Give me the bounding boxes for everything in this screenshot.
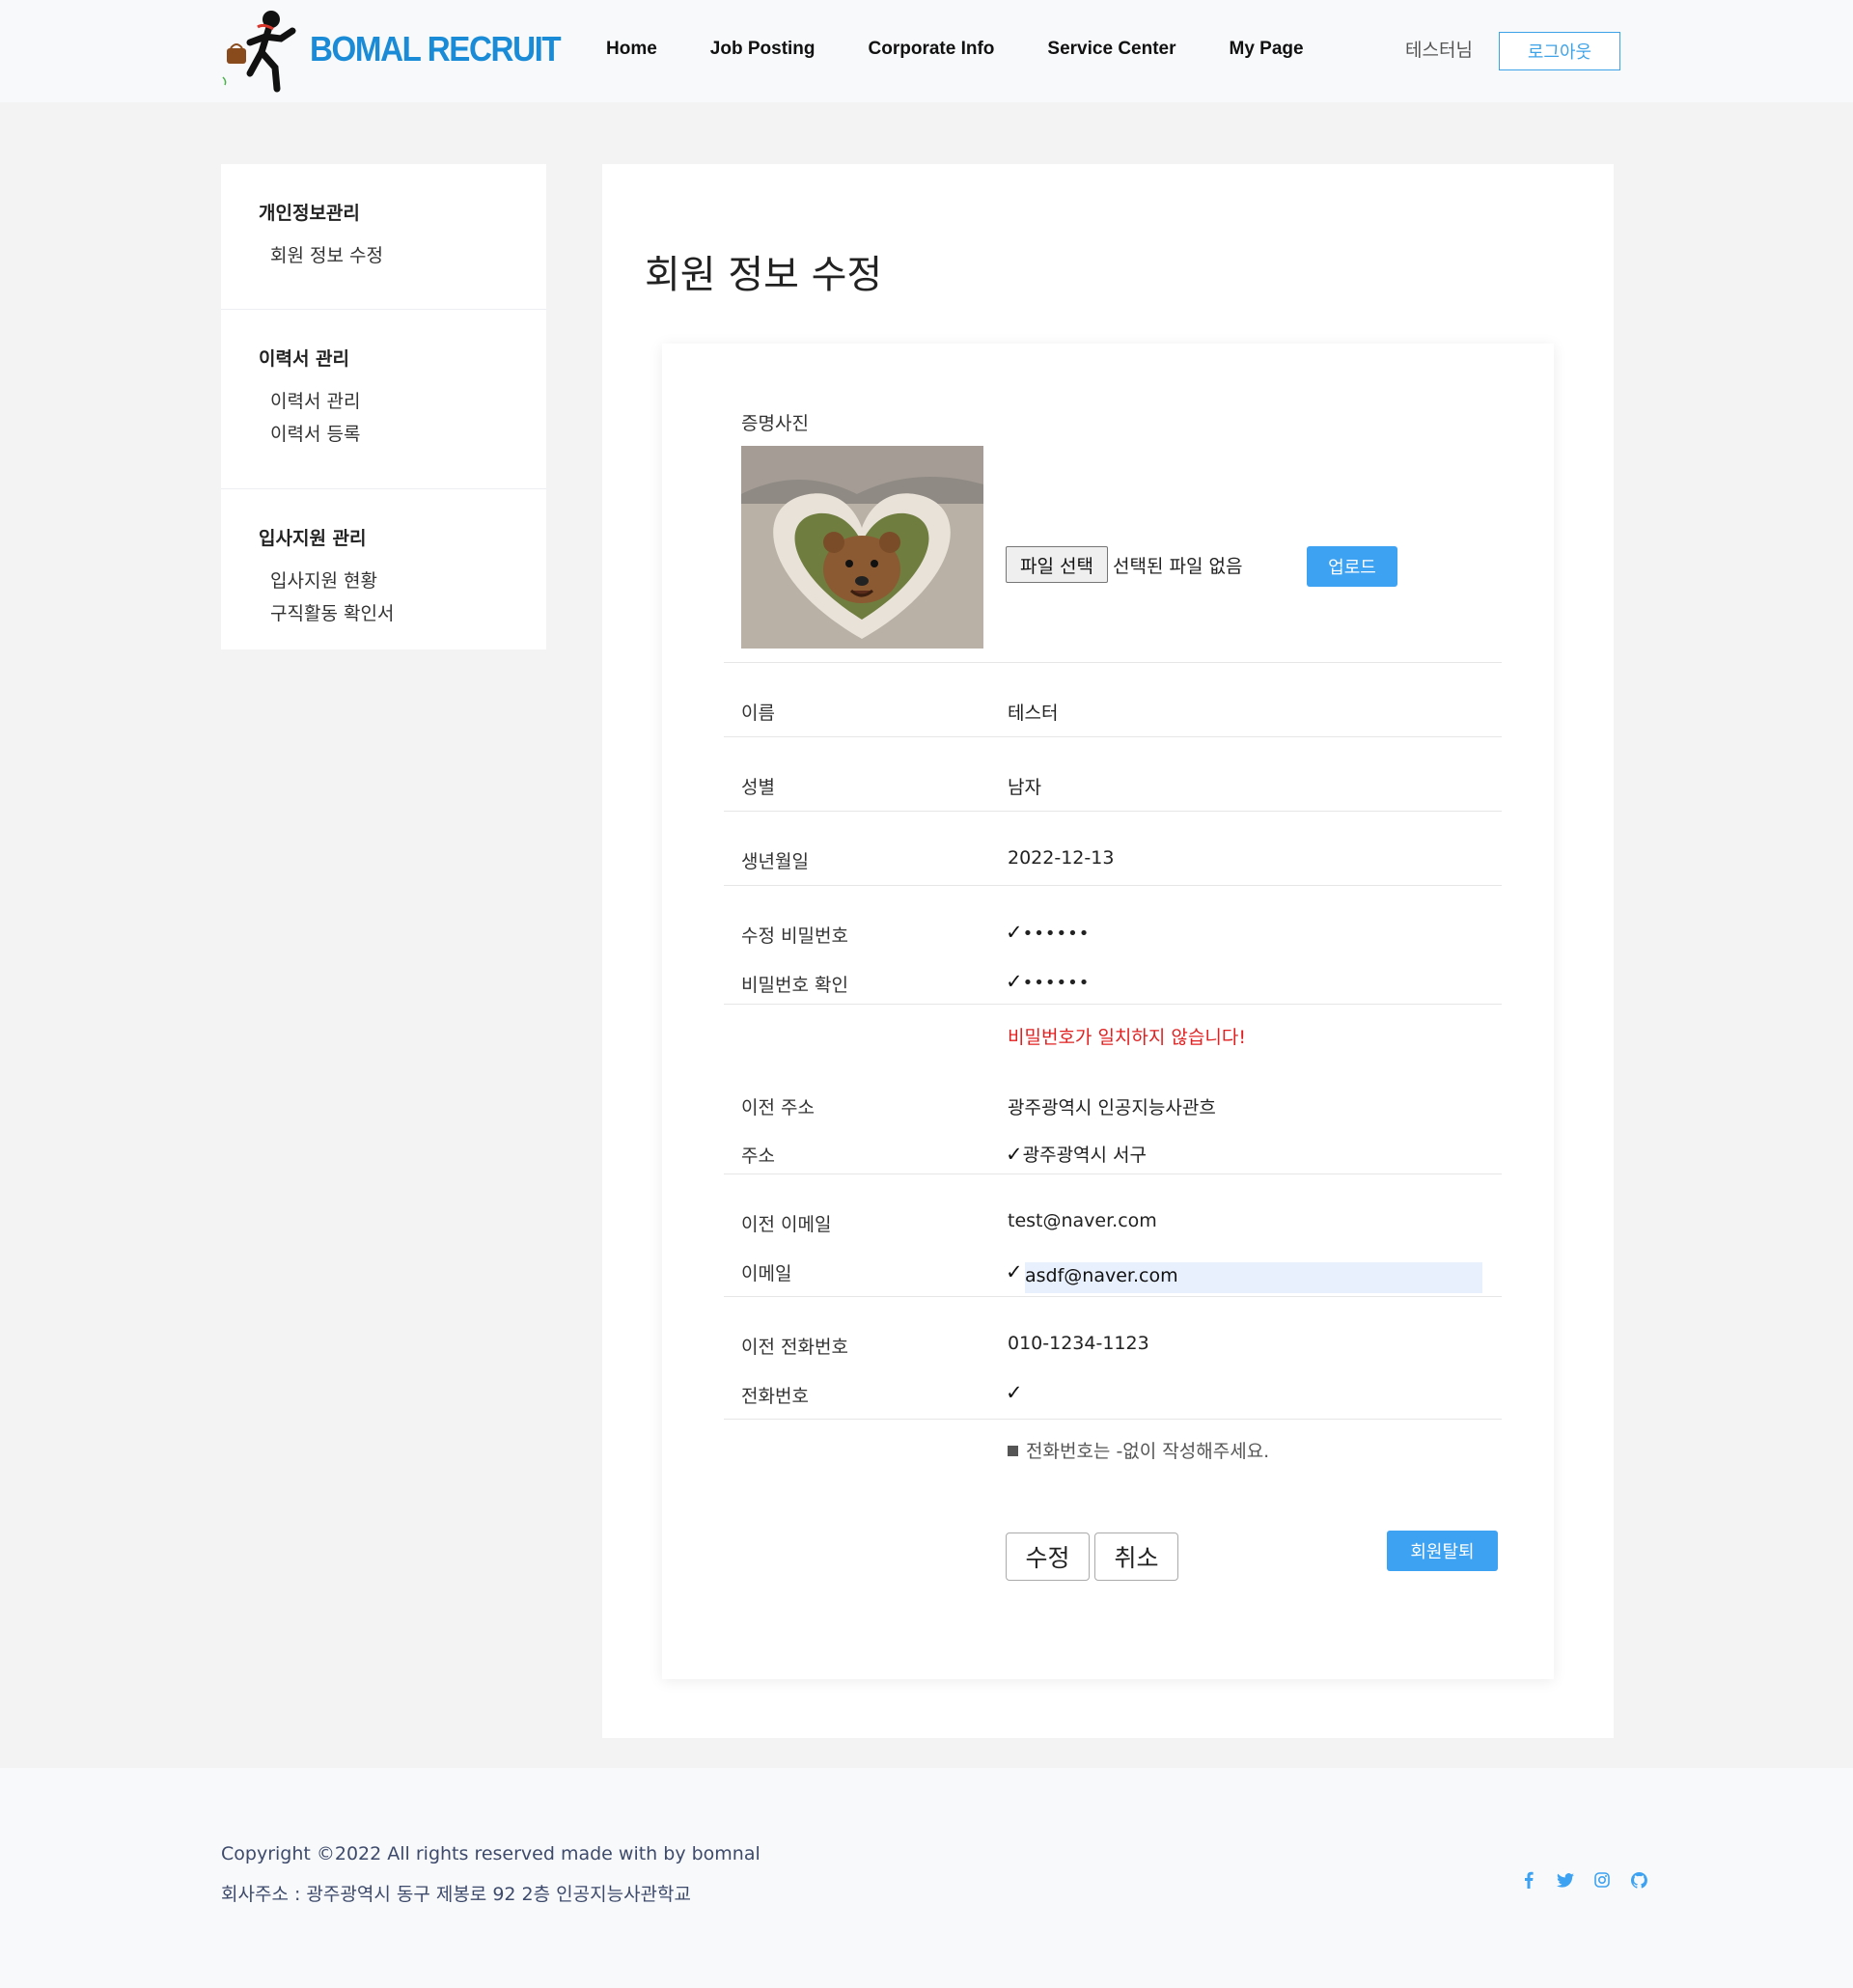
site-footer: Copyright ©2022 All rights reserved made… bbox=[0, 1768, 1853, 1988]
check-icon: ✓ bbox=[1006, 1260, 1023, 1284]
sidebar-item-resume-manage[interactable]: 이력서 관리 bbox=[270, 390, 546, 413]
nav-home[interactable]: Home bbox=[606, 39, 657, 60]
new-password-label: 수정 비밀번호 bbox=[741, 925, 848, 947]
nav-service-center[interactable]: Service Center bbox=[1047, 39, 1175, 60]
brand-logo[interactable]: BOMAL RECRUIT bbox=[221, 6, 562, 93]
check-icon: ✓ bbox=[1006, 1143, 1023, 1166]
divider bbox=[724, 1173, 1502, 1174]
user-greeting: 테스터님 bbox=[1405, 40, 1473, 61]
page-title: 회원 정보 수정 bbox=[645, 253, 883, 297]
main-nav: Home Job Posting Corporate Info Service … bbox=[606, 39, 1357, 60]
check-icon: ✓ bbox=[1006, 970, 1023, 993]
logout-button[interactable]: 로그아웃 bbox=[1499, 32, 1620, 70]
sidebar-section-title: 입사지원 관리 bbox=[259, 528, 367, 549]
phone-hint: 전화번호는 -없이 작성해주세요. bbox=[1008, 1437, 1269, 1463]
divider bbox=[724, 736, 1502, 737]
birth-value: 2022-12-13 bbox=[1008, 847, 1115, 869]
sidebar-item-edit-member[interactable]: 회원 정보 수정 bbox=[270, 244, 546, 267]
copyright-text: Copyright ©2022 All rights reserved made… bbox=[221, 1843, 761, 1864]
confirm-password-input[interactable]: ✓•••••• bbox=[1006, 970, 1090, 993]
name-label: 이름 bbox=[741, 703, 775, 724]
nav-my-page[interactable]: My Page bbox=[1230, 39, 1304, 60]
sidebar-item-resume-register[interactable]: 이력서 등록 bbox=[270, 423, 546, 446]
prev-phone-value: 010-1234-1123 bbox=[1008, 1333, 1149, 1354]
prev-address-value: 광주광역시 인공지능사관흐 bbox=[1008, 1097, 1216, 1118]
phone-input[interactable]: ✓ bbox=[1006, 1381, 1023, 1404]
divider bbox=[724, 1419, 1502, 1420]
check-icon: ✓ bbox=[1006, 921, 1023, 944]
sidebar-section-title: 개인정보관리 bbox=[259, 203, 360, 224]
sidebar-section-title: 이력서 관리 bbox=[259, 348, 350, 370]
running-man-logo-icon bbox=[222, 11, 296, 93]
email-input[interactable]: asdf@naver.com bbox=[1025, 1262, 1482, 1293]
sidebar: 개인정보관리 회원 정보 수정 이력서 관리 이력서 관리 이력서 등록 입사지… bbox=[221, 164, 546, 649]
address-label: 주소 bbox=[741, 1146, 775, 1167]
nav-job-posting[interactable]: Job Posting bbox=[710, 39, 816, 60]
confirm-password-label: 비밀번호 확인 bbox=[741, 975, 848, 996]
divider bbox=[724, 1004, 1502, 1005]
prev-phone-label: 이전 전화번호 bbox=[741, 1337, 848, 1358]
cancel-button[interactable]: 취소 bbox=[1094, 1532, 1178, 1581]
sidebar-section-application: 입사지원 관리 입사지원 현황 구직활동 확인서 bbox=[221, 489, 546, 649]
sidebar-item-application-status[interactable]: 입사지원 현황 bbox=[270, 569, 546, 593]
profile-photo bbox=[741, 446, 983, 649]
divider bbox=[724, 885, 1502, 886]
social-links bbox=[1510, 1869, 1657, 1891]
divider bbox=[724, 1296, 1502, 1297]
password-mismatch-error: 비밀번호가 일치하지 않습니다! bbox=[1008, 1027, 1246, 1048]
company-address: 회사주소 : 광주광역시 동구 제봉로 92 2층 인공지능사관학교 bbox=[221, 1884, 691, 1905]
submit-button[interactable]: 수정 bbox=[1006, 1532, 1090, 1581]
address-input[interactable]: ✓광주광역시 서구 bbox=[1006, 1141, 1147, 1167]
nav-corporate-info[interactable]: Corporate Info bbox=[869, 39, 995, 60]
brand-name: BOMAL RECRUIT bbox=[310, 29, 562, 69]
main-content: 회원 정보 수정 증명사진 파일 선택 선택된 파일 없음 업로드 이름 테스터… bbox=[602, 164, 1614, 1738]
sidebar-item-job-activity[interactable]: 구직활동 확인서 bbox=[270, 602, 546, 625]
check-icon: ✓ bbox=[1006, 1381, 1023, 1404]
photo-label: 증명사진 bbox=[741, 413, 809, 434]
prev-email-label: 이전 이메일 bbox=[741, 1214, 832, 1235]
prev-address-label: 이전 주소 bbox=[741, 1097, 815, 1118]
withdraw-button[interactable]: 회원탈퇴 bbox=[1387, 1531, 1498, 1571]
prev-email-value: test@naver.com bbox=[1008, 1210, 1157, 1231]
file-select-button[interactable]: 파일 선택 bbox=[1006, 546, 1108, 583]
divider bbox=[724, 811, 1502, 812]
square-bullet-icon bbox=[1008, 1446, 1018, 1456]
twitter-icon[interactable] bbox=[1547, 1869, 1584, 1891]
gender-value: 남자 bbox=[1008, 777, 1041, 798]
sidebar-section-personal: 개인정보관리 회원 정보 수정 bbox=[221, 164, 546, 310]
github-icon[interactable] bbox=[1620, 1869, 1657, 1891]
phone-label: 전화번호 bbox=[741, 1386, 809, 1407]
facebook-icon[interactable] bbox=[1510, 1869, 1547, 1891]
site-header: BOMAL RECRUIT Home Job Posting Corporate… bbox=[0, 0, 1853, 102]
file-status-text: 선택된 파일 없음 bbox=[1113, 556, 1243, 577]
gender-label: 성별 bbox=[741, 777, 775, 798]
member-edit-form: 증명사진 파일 선택 선택된 파일 없음 업로드 이름 테스터 성별 남자 생년… bbox=[662, 344, 1554, 1679]
new-password-input[interactable]: ✓•••••• bbox=[1006, 921, 1090, 944]
name-value: 테스터 bbox=[1008, 703, 1059, 724]
divider bbox=[724, 662, 1502, 663]
upload-button[interactable]: 업로드 bbox=[1307, 546, 1397, 587]
email-label: 이메일 bbox=[741, 1263, 792, 1284]
sidebar-section-resume: 이력서 관리 이력서 관리 이력서 등록 bbox=[221, 310, 546, 489]
instagram-icon[interactable] bbox=[1584, 1869, 1620, 1891]
birth-label: 생년월일 bbox=[741, 851, 809, 872]
